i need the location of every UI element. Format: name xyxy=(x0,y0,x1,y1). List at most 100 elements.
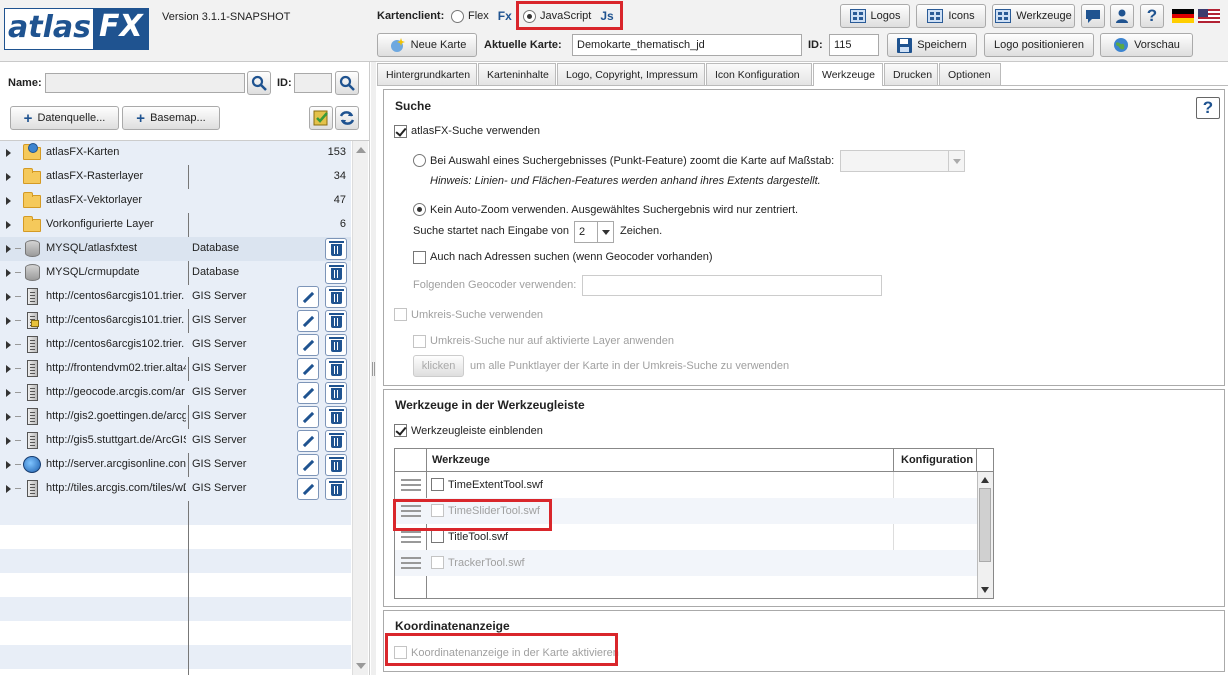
edit-button[interactable] xyxy=(297,430,319,452)
tree-row[interactable]: http://centos6arcgis101.trier. GIS Server xyxy=(0,285,351,309)
expand-arrow-icon[interactable] xyxy=(6,197,11,205)
tree-row[interactable]: atlasFX-Karten 153 xyxy=(0,141,351,165)
help-button-header[interactable]: ? xyxy=(1140,4,1164,28)
id-search-button[interactable] xyxy=(335,71,359,95)
us-flag-icon[interactable] xyxy=(1198,9,1220,23)
tab-optionen[interactable]: Optionen xyxy=(939,63,1001,85)
edit-button[interactable] xyxy=(297,406,319,428)
comment-button[interactable] xyxy=(1081,4,1105,28)
zoom-scale-radio[interactable] xyxy=(413,154,426,167)
edit-button[interactable] xyxy=(297,358,319,380)
tree-row[interactable]: http://gis2.goettingen.de/arcg GIS Server xyxy=(0,405,351,429)
id-filter-input[interactable] xyxy=(294,73,332,93)
panel-splitter[interactable] xyxy=(371,62,376,675)
drag-handle-icon[interactable] xyxy=(401,557,421,569)
geocoder-input[interactable] xyxy=(582,275,882,296)
expand-arrow-icon[interactable] xyxy=(6,149,11,157)
expand-arrow-icon[interactable] xyxy=(6,317,11,325)
scale-select[interactable] xyxy=(840,150,965,172)
address-search-checkbox[interactable] xyxy=(413,251,426,264)
tree-row[interactable]: atlasFX-Vektorlayer 47 xyxy=(0,189,351,213)
preview-button[interactable]: Vorschau xyxy=(1100,33,1193,57)
expand-arrow-icon[interactable] xyxy=(6,173,11,181)
splitter-grip-icon[interactable] xyxy=(372,362,375,376)
tree-row[interactable]: http://geocode.arcgis.com/ar GIS Server xyxy=(0,381,351,405)
refresh-button[interactable] xyxy=(335,106,359,130)
edit-button[interactable] xyxy=(297,454,319,476)
expand-arrow-icon[interactable] xyxy=(6,389,11,397)
drag-handle-icon[interactable] xyxy=(401,479,421,491)
expand-arrow-icon[interactable] xyxy=(6,413,11,421)
delete-button[interactable] xyxy=(325,382,347,404)
icons-button[interactable]: Icons xyxy=(916,4,986,28)
radius-active-checkbox[interactable] xyxy=(413,335,426,348)
edit-button[interactable] xyxy=(297,334,319,356)
delete-button[interactable] xyxy=(325,430,347,452)
add-basemap-button[interactable]: + Basemap... xyxy=(122,106,220,130)
edit-button[interactable] xyxy=(297,286,319,308)
tab-karteninhalte[interactable]: Karteninhalte xyxy=(478,63,556,85)
name-filter-input[interactable] xyxy=(45,73,245,93)
delete-button[interactable] xyxy=(325,478,347,500)
expand-arrow-icon[interactable] xyxy=(6,461,11,469)
radius-click-button[interactable]: klicken xyxy=(413,355,464,377)
tree-row[interactable]: http://frontendvm02.trier.alta4 GIS Serve… xyxy=(0,357,351,381)
search-start-select[interactable]: 2 xyxy=(574,221,614,243)
scroll-down-icon[interactable] xyxy=(356,663,366,669)
tab-drucken[interactable]: Drucken xyxy=(884,63,938,85)
tree-row[interactable]: atlasFX-Rasterlayer 34 xyxy=(0,165,351,189)
tool-checkbox[interactable] xyxy=(431,556,444,569)
search-enable-checkbox[interactable] xyxy=(394,125,407,138)
client-option-flex[interactable]: Flex Fx xyxy=(451,9,512,23)
expand-arrow-icon[interactable] xyxy=(6,341,11,349)
tools-button[interactable]: Werkzeuge xyxy=(992,4,1075,28)
delete-button[interactable] xyxy=(325,358,347,380)
tree-row[interactable]: Vorkonfigurierte Layer 6 xyxy=(0,213,351,237)
tree-row[interactable]: MYSQL/atlasfxtest Database xyxy=(0,237,351,261)
tree-row[interactable]: http://gis5.stuttgart.de/ArcGIS GIS Serve… xyxy=(0,429,351,453)
delete-button[interactable] xyxy=(325,310,347,332)
tools-scrollbar[interactable] xyxy=(977,472,993,598)
scroll-up-icon[interactable] xyxy=(356,147,366,153)
scroll-up-icon[interactable] xyxy=(981,477,989,483)
tree-row[interactable]: http://centos6arcgis102.trier. GIS Server xyxy=(0,333,351,357)
tool-row[interactable]: TrackerTool.swf xyxy=(395,550,977,576)
expand-arrow-icon[interactable] xyxy=(6,221,11,229)
delete-button[interactable] xyxy=(325,286,347,308)
german-flag-icon[interactable] xyxy=(1172,9,1194,23)
tree-scrollbar[interactable] xyxy=(352,141,368,675)
delete-button[interactable] xyxy=(325,262,347,284)
delete-button[interactable] xyxy=(325,406,347,428)
tab-logo-copyright-impressum[interactable]: Logo, Copyright, Impressum xyxy=(557,63,705,85)
check-sources-button[interactable] xyxy=(309,106,333,130)
tool-row[interactable]: TimeExtentTool.swf xyxy=(395,472,977,498)
delete-button[interactable] xyxy=(325,334,347,356)
delete-button[interactable] xyxy=(325,454,347,476)
current-map-input[interactable]: Demokarte_thematisch_jd xyxy=(572,34,802,56)
expand-arrow-icon[interactable] xyxy=(6,245,11,253)
expand-arrow-icon[interactable] xyxy=(6,293,11,301)
expand-arrow-icon[interactable] xyxy=(6,485,11,493)
tree-row[interactable]: http://centos6arcgis101.trier. GIS Server xyxy=(0,309,351,333)
edit-button[interactable] xyxy=(297,478,319,500)
save-button[interactable]: Speichern xyxy=(887,33,977,57)
tool-checkbox[interactable] xyxy=(431,478,444,491)
map-id-input[interactable]: 115 xyxy=(829,34,879,56)
flex-radio[interactable] xyxy=(451,9,464,23)
expand-arrow-icon[interactable] xyxy=(6,365,11,373)
edit-button[interactable] xyxy=(297,382,319,404)
scroll-down-icon[interactable] xyxy=(981,587,989,593)
logos-button[interactable]: Logos xyxy=(840,4,910,28)
no-zoom-radio[interactable] xyxy=(413,203,426,216)
drag-handle-icon[interactable] xyxy=(401,531,421,543)
scroll-thumb[interactable] xyxy=(979,488,991,562)
new-map-button[interactable]: Neue Karte xyxy=(377,33,477,57)
expand-arrow-icon[interactable] xyxy=(6,437,11,445)
tab-hintergrundkarten[interactable]: Hintergrundkarten xyxy=(377,63,477,85)
user-button[interactable] xyxy=(1110,4,1134,28)
tool-checkbox[interactable] xyxy=(431,530,444,543)
add-datasource-button[interactable]: + Datenquelle... xyxy=(10,106,119,130)
logo-position-button[interactable]: Logo positionieren xyxy=(984,33,1094,57)
edit-button[interactable] xyxy=(297,310,319,332)
help-button[interactable]: ? xyxy=(1196,97,1220,119)
